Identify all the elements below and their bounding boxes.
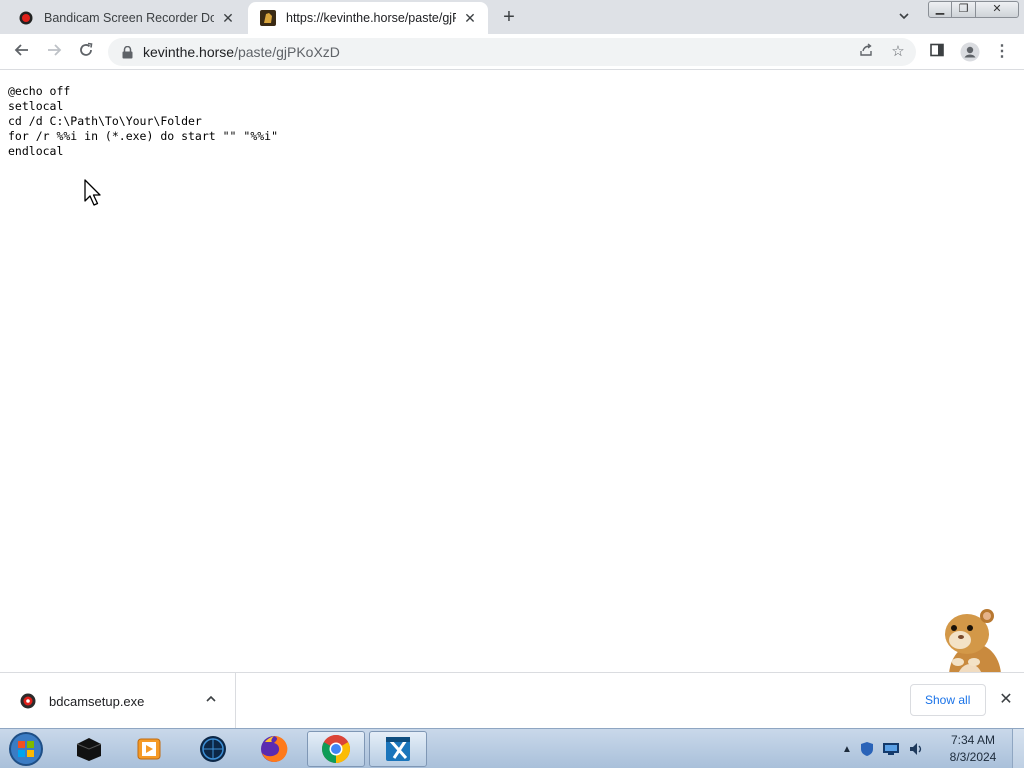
show-all-downloads-button[interactable]: Show all	[910, 684, 986, 716]
profile-avatar-icon[interactable]	[960, 42, 980, 62]
network-icon[interactable]	[882, 742, 900, 756]
screen: Bandicam Screen Recorder Down ✕ https://…	[0, 0, 1024, 768]
system-tray: ▲	[842, 729, 924, 768]
code-line: cd /d C:\Path\To\Your\Folder	[8, 114, 202, 128]
bookmark-star-icon[interactable]: ☆	[888, 42, 908, 62]
download-file-name: bdcamsetup.exe	[49, 693, 145, 709]
browser-toolbar: kevinthe.horse/paste/gjPKoXzD ☆ ⋮	[0, 34, 1024, 70]
taskbar-explorer[interactable]	[60, 731, 118, 767]
download-item[interactable]: bdcamsetup.exe	[0, 673, 236, 729]
code-line: endlocal	[8, 144, 64, 158]
code-line: @echo off	[8, 84, 71, 98]
tab-strip: Bandicam Screen Recorder Down ✕ https://…	[0, 0, 1024, 34]
show-hidden-icons-icon[interactable]: ▲	[842, 744, 852, 755]
show-desktop-button[interactable]	[1012, 729, 1024, 768]
minimize-button[interactable]: ▁	[928, 1, 952, 18]
download-shelf: bdcamsetup.exe Show all ✕	[0, 672, 1024, 729]
address-bar[interactable]: kevinthe.horse/paste/gjPKoXzD	[108, 38, 916, 66]
media-player-icon	[137, 738, 161, 760]
restore-button[interactable]: ❐	[951, 1, 976, 18]
close-tab-icon[interactable]: ✕	[462, 10, 478, 26]
url-host: kevinthe.horse	[143, 44, 235, 60]
tab-bandicam[interactable]: Bandicam Screen Recorder Down ✕	[6, 2, 246, 34]
window-close-button[interactable]: ✕	[975, 1, 1019, 18]
taskbar-media-player[interactable]	[120, 731, 178, 767]
windows-taskbar: ▲ 7:34 AM 8/3/2024	[0, 728, 1024, 768]
forward-arrow-icon[interactable]	[42, 40, 66, 64]
video-editor-icon	[386, 737, 410, 761]
horse-site-icon	[260, 10, 276, 26]
globe-icon	[200, 736, 226, 762]
tab-title: https://kevinthe.horse/paste/gjPK	[286, 11, 456, 25]
mouse-pointer-icon	[84, 179, 101, 206]
more-menu-icon[interactable]: ⋮	[992, 42, 1012, 62]
taskbar-chrome[interactable]	[307, 731, 365, 767]
start-orb-icon[interactable]	[6, 730, 46, 768]
new-tab-button[interactable]: +	[498, 6, 520, 28]
chevron-up-icon[interactable]	[201, 691, 221, 711]
chrome-icon	[322, 735, 350, 763]
security-shield-icon[interactable]	[860, 741, 874, 757]
black-box-app-icon	[76, 738, 102, 761]
taskbar-globe-app[interactable]	[184, 731, 242, 767]
taskbar-firefox[interactable]	[245, 731, 303, 767]
bandicam-icon	[18, 10, 34, 26]
back-arrow-icon[interactable]	[10, 40, 34, 64]
paste-code-block: @echo off setlocal cd /d C:\Path\To\Your\F…	[8, 84, 278, 159]
taskbar-clock[interactable]: 7:34 AM 8/3/2024	[938, 732, 1008, 766]
code-line: for /r %%i in (*.exe) do start "" "%%i"	[8, 129, 279, 143]
close-tab-icon[interactable]: ✕	[220, 10, 236, 26]
clock-time: 7:34 AM	[950, 733, 996, 747]
bandicam-installer-icon	[20, 693, 36, 709]
reload-icon[interactable]	[74, 40, 98, 64]
page-content: @echo off setlocal cd /d C:\Path\To\Your\F…	[0, 71, 1024, 713]
lock-icon[interactable]	[120, 45, 134, 59]
url-path: /paste/gjPKoXzD	[234, 44, 340, 60]
volume-icon[interactable]	[908, 741, 924, 757]
share-icon[interactable]	[856, 42, 876, 62]
close-shelf-icon[interactable]: ✕	[997, 691, 1015, 709]
taskbar-video-editor[interactable]	[369, 731, 427, 767]
code-line: setlocal	[8, 99, 64, 113]
chevron-down-icon[interactable]	[894, 8, 914, 28]
tab-paste[interactable]: https://kevinthe.horse/paste/gjPK ✕	[248, 2, 488, 34]
firefox-icon	[261, 735, 288, 762]
clock-date: 8/3/2024	[949, 750, 997, 764]
side-panel-icon[interactable]	[927, 42, 947, 62]
tab-title: Bandicam Screen Recorder Down	[44, 11, 214, 25]
